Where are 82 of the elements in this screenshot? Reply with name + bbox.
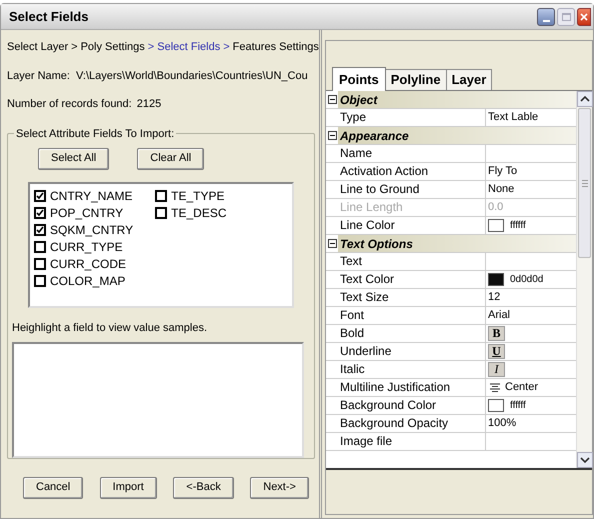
collapse-icon[interactable]	[328, 95, 336, 104]
property-name[interactable]: Text Color	[338, 271, 486, 288]
property-value: Center	[505, 380, 538, 396]
checkbox[interactable]	[155, 190, 168, 202]
property-value: None	[487, 182, 514, 198]
checkbox[interactable]	[34, 258, 46, 270]
category-row[interactable]: Text Options	[338, 235, 576, 252]
field-label[interactable]: POP_CNTRY	[50, 204, 124, 222]
property-name[interactable]: Name	[338, 145, 486, 162]
breadcrumb-step: Select Fields	[157, 39, 220, 56]
property-name[interactable]: Text	[338, 253, 486, 270]
window-title: Select Fields	[9, 8, 88, 26]
font-style-button[interactable]: U	[488, 344, 505, 359]
breadcrumb-separator: >	[148, 40, 154, 55]
property-value: 100%	[487, 416, 516, 432]
scroll-thumb[interactable]	[578, 108, 591, 258]
align-center-icon	[490, 383, 500, 392]
property-name[interactable]: Underline	[338, 343, 486, 360]
clear-all-button[interactable]: Clear All	[137, 148, 204, 170]
property-name[interactable]: Activation Action	[338, 163, 486, 180]
tab[interactable]: Points	[332, 67, 386, 91]
field-label[interactable]: CNTRY_NAME	[50, 187, 132, 205]
field-label[interactable]: COLOR_MAP	[50, 272, 126, 290]
checkbox[interactable]	[155, 207, 168, 219]
property-value: 12	[487, 290, 500, 306]
property-name[interactable]: Line to Ground	[338, 181, 486, 198]
property-name[interactable]: Background Color	[338, 397, 486, 414]
minimize-button[interactable]	[537, 8, 555, 26]
layer-name-value: V:\Layers\World\Boundaries\Countries\UN_Cou	[76, 68, 308, 84]
field-label[interactable]: CURR_TYPE	[50, 238, 123, 256]
breadcrumb-step: Features Settings	[232, 39, 319, 56]
property-value: Fly To	[487, 164, 518, 180]
property-value: ffffff	[510, 399, 526, 413]
category-row[interactable]: Object	[338, 91, 576, 108]
breadcrumb-step: Poly Settings	[80, 39, 145, 56]
field-label[interactable]: SQKM_CNTRY	[50, 221, 134, 239]
checkbox[interactable]	[34, 241, 46, 253]
property-name[interactable]: Bold	[338, 325, 486, 342]
cancel-button[interactable]: Cancel	[23, 476, 84, 498]
close-icon	[580, 12, 588, 20]
records-count: 2125	[136, 97, 162, 112]
back-button[interactable]: <-Back	[173, 476, 234, 498]
next-button[interactable]: Next->	[250, 476, 309, 498]
field-label[interactable]: TE_DESC	[171, 204, 226, 222]
scroll-down-icon[interactable]	[577, 452, 593, 468]
field-label[interactable]: CURR_CODE	[50, 255, 126, 273]
property-name[interactable]: Font	[338, 307, 486, 324]
collapse-icon[interactable]	[328, 239, 336, 248]
records-label: Number of records found:	[7, 97, 132, 112]
breadcrumb-separator: >	[71, 40, 78, 55]
property-name[interactable]: Image file	[338, 433, 486, 450]
font-style-button[interactable]: B	[488, 326, 505, 341]
property-name[interactable]: Background Opacity	[338, 415, 486, 432]
select-all-button[interactable]: Select All	[38, 148, 110, 170]
field-label[interactable]: TE_TYPE	[171, 187, 224, 205]
tab[interactable]: Layer	[446, 69, 492, 90]
breadcrumb-separator: >	[223, 40, 230, 55]
property-value: ffffff	[510, 219, 526, 233]
property-name[interactable]: Multiline Justification	[338, 379, 486, 396]
category-row[interactable]: Appearance	[338, 127, 576, 144]
property-name[interactable]: Italic	[338, 361, 486, 378]
layer-name-label: Layer Name:	[7, 68, 70, 84]
close-button[interactable]	[577, 8, 591, 26]
checkbox[interactable]	[34, 190, 46, 202]
checkbox[interactable]	[34, 207, 46, 219]
property-name[interactable]: Line Color	[338, 217, 486, 234]
scrollbar[interactable]	[576, 91, 592, 468]
tab[interactable]: Polyline	[386, 69, 447, 90]
import-button[interactable]: Import	[100, 476, 157, 498]
property-value: 0.0	[487, 200, 504, 216]
collapse-icon[interactable]	[328, 131, 336, 140]
property-value: Arial	[487, 308, 510, 324]
checkbox[interactable]	[34, 224, 46, 236]
property-value: 0d0d0d	[510, 273, 544, 287]
property-name[interactable]: Text Size	[338, 289, 486, 306]
breadcrumb-step: Select Layer	[7, 39, 68, 56]
property-value: Text Lable	[487, 110, 538, 126]
font-style-button[interactable]: I	[488, 362, 505, 377]
checkbox[interactable]	[34, 275, 46, 287]
property-name[interactable]: Type	[338, 109, 486, 126]
hint-text: Heighlight a field to view value samples.	[12, 320, 208, 336]
scroll-up-icon[interactable]	[577, 91, 593, 107]
